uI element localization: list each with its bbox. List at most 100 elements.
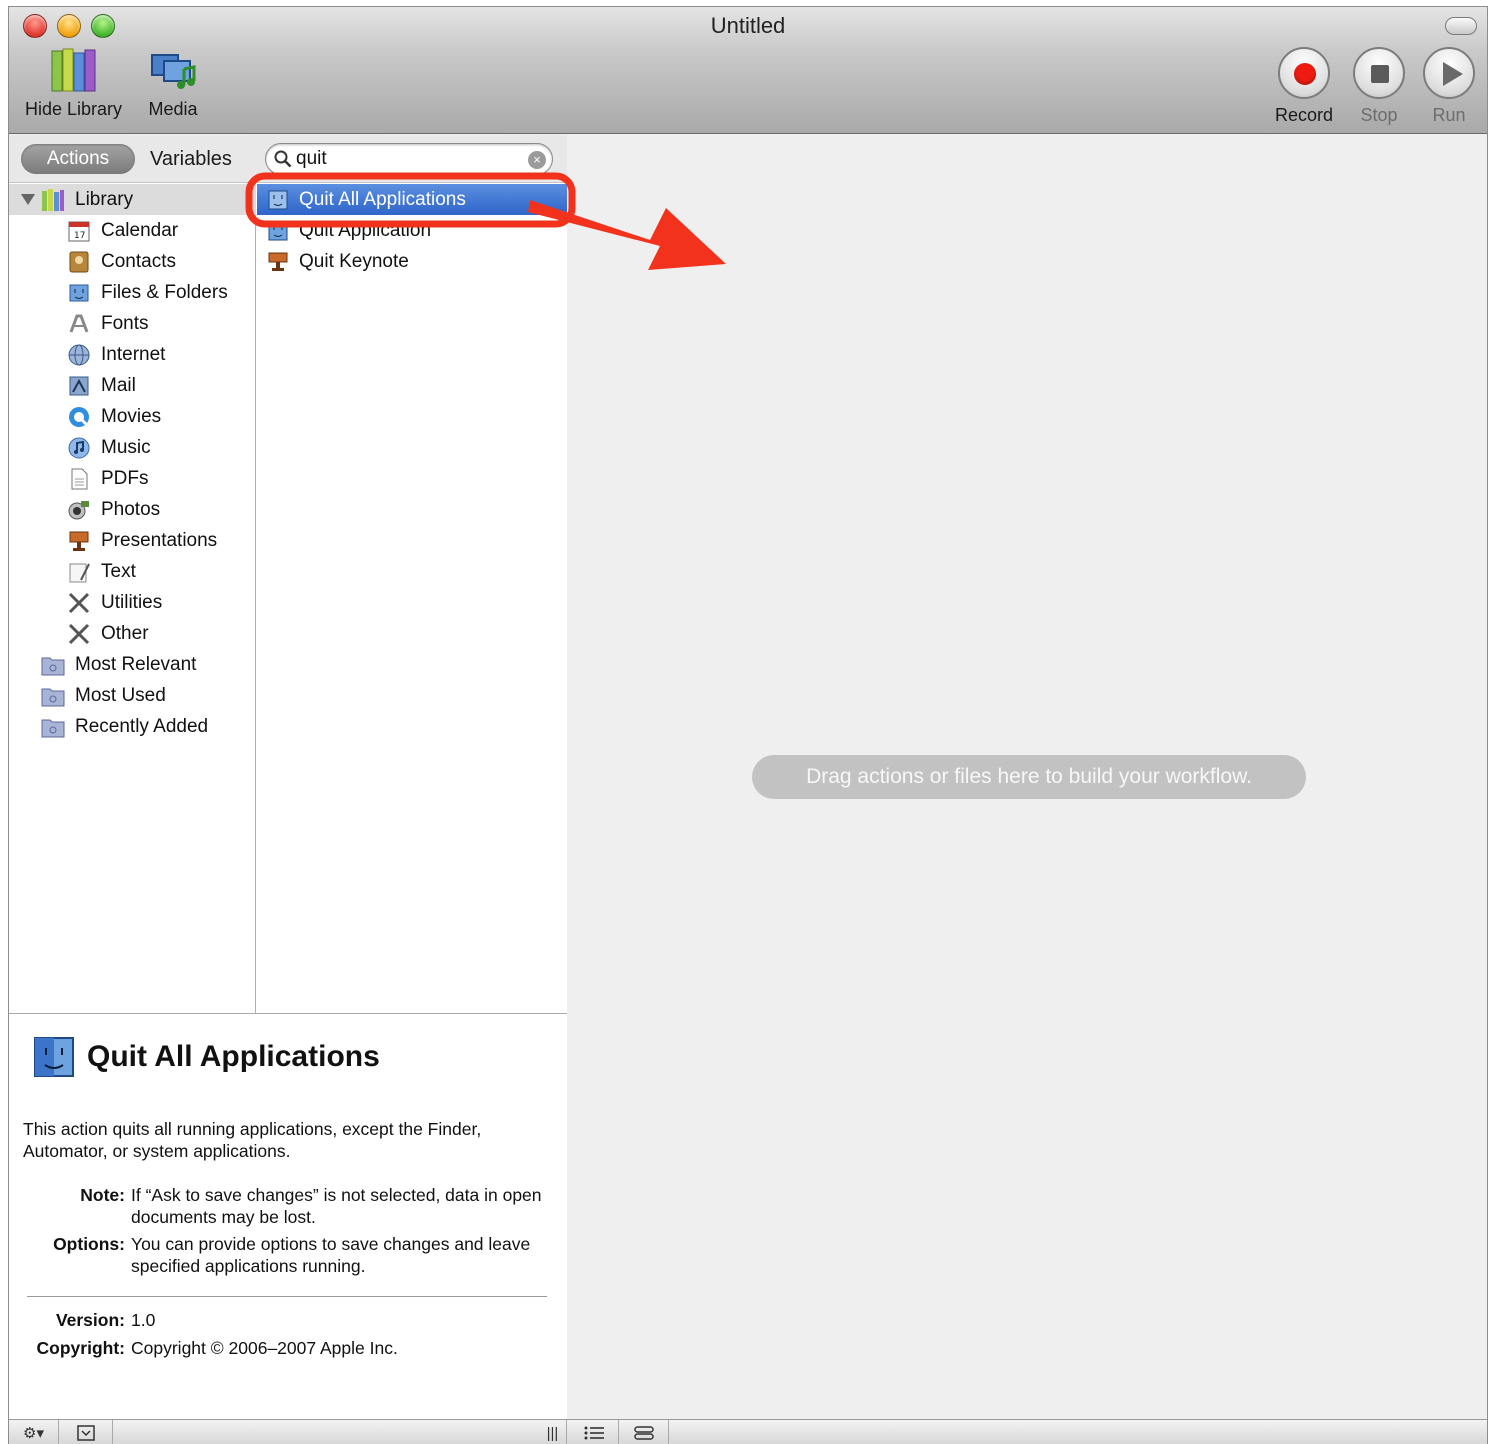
description-title: Quit All Applications — [87, 1040, 380, 1073]
action-item-quit-all-applications[interactable]: Quit All Applications — [257, 184, 567, 215]
split-resize-handle[interactable]: ||| — [539, 1420, 567, 1444]
run-icon — [1423, 47, 1475, 99]
sidebar-item-text[interactable]: Text — [9, 556, 256, 587]
library-books-icon — [51, 48, 96, 92]
itunes-icon — [68, 437, 90, 458]
window-title: Untitled — [710, 13, 786, 38]
search-icon — [274, 150, 292, 168]
finder-icon — [268, 190, 288, 209]
sidebar-item-label: Photos — [101, 498, 161, 520]
sidebar-item-label: Mail — [101, 374, 136, 396]
toolbar-toggle-button[interactable] — [1445, 17, 1477, 35]
sidebar-item-utilities[interactable]: Utilities — [9, 587, 256, 618]
sidebar-item-internet[interactable]: Internet — [9, 339, 256, 370]
media-label: Media — [148, 99, 198, 119]
library-pane: Actions Variables × Library — [9, 135, 567, 1419]
sidebar-item-calendar[interactable]: 17 Calendar — [9, 215, 256, 246]
description-note: Note: If “Ask to save changes” is not se… — [23, 1184, 559, 1228]
action-list: Quit All Applications Quit Application Q… — [257, 183, 567, 1013]
hide-library-label: Hide Library — [25, 99, 123, 119]
actions-tab[interactable]: Actions — [21, 144, 135, 174]
sidebar-item-label: Presentations — [101, 529, 218, 551]
action-item-quit-keynote[interactable]: Quit Keynote — [257, 246, 567, 277]
workflow-view-icon — [633, 1426, 654, 1440]
finder-icon — [268, 221, 288, 240]
sidebar-item-photos[interactable]: Photos — [9, 494, 256, 525]
sidebar-item-recently-added[interactable]: Recently Added — [9, 711, 256, 742]
hide-library-button[interactable]: Hide Library — [25, 47, 122, 120]
media-button[interactable]: Media — [148, 47, 198, 120]
action-item-label: Quit All Applications — [299, 188, 466, 210]
mail-icon — [69, 376, 89, 395]
sidebar-item-label: Library — [75, 188, 134, 210]
show-description-button[interactable] — [59, 1420, 113, 1444]
sidebar-item-contacts[interactable]: Contacts — [9, 246, 256, 277]
sidebar-item-music[interactable]: Music — [9, 432, 256, 463]
sidebar-item-fonts[interactable]: Fonts — [9, 308, 256, 339]
disclosure-triangle-icon[interactable] — [21, 194, 35, 205]
toolbar: Untitled Hide Library Media Record Stop … — [9, 7, 1487, 134]
sidebar-item-pdfs[interactable]: PDFs — [9, 463, 256, 494]
fonts-icon — [69, 314, 89, 333]
quicktime-icon — [69, 406, 89, 427]
utilities-tools-icon — [68, 592, 90, 613]
library-books-icon — [42, 188, 64, 211]
textedit-icon — [69, 563, 90, 582]
sidebar-item-most-used[interactable]: Most Used — [9, 680, 256, 711]
search-input[interactable] — [296, 148, 516, 170]
note-label: Note: — [80, 1185, 125, 1205]
sidebar-item-label: Text — [101, 560, 136, 582]
sidebar-item-label: Utilities — [101, 591, 163, 613]
keynote-podium-icon — [69, 531, 89, 551]
version-label: Version: — [55, 1310, 125, 1330]
sidebar-item-library[interactable]: Library — [9, 184, 256, 215]
resize-grip-icon: ||| — [546, 1424, 559, 1442]
list-view-button[interactable] — [569, 1420, 619, 1444]
calendar-icon: 17 — [68, 221, 90, 241]
workflow-view-button[interactable] — [619, 1420, 669, 1444]
sidebar-item-files-folders[interactable]: Files & Folders — [9, 277, 256, 308]
sidebar-item-presentations[interactable]: Presentations — [9, 525, 256, 556]
sidebar-item-label: Contacts — [101, 250, 176, 272]
sidebar-item-other[interactable]: Other — [9, 618, 256, 649]
record-button[interactable]: Record — [1275, 47, 1333, 126]
smart-folder-icon — [41, 657, 65, 675]
smart-folder-icon — [41, 719, 65, 737]
description-body: This action quits all running applicatio… — [23, 1119, 482, 1161]
sidebar-item-most-relevant[interactable]: Most Relevant — [9, 649, 256, 680]
contacts-icon — [69, 251, 89, 272]
list-view-icon — [584, 1426, 604, 1440]
sidebar-item-label: Movies — [101, 405, 162, 427]
clear-search-icon[interactable]: × — [528, 151, 546, 169]
library-header: Actions Variables × — [9, 135, 567, 183]
action-item-quit-application[interactable]: Quit Application — [257, 215, 567, 246]
globe-icon — [68, 344, 90, 365]
variables-tab[interactable]: Variables — [150, 144, 232, 174]
sidebar-item-label: Internet — [101, 343, 166, 365]
sidebar-item-mail[interactable]: Mail — [9, 370, 256, 401]
sidebar-item-label: Most Used — [75, 684, 166, 706]
automator-window: Untitled Hide Library Media Record Stop … — [8, 6, 1488, 1444]
stop-icon — [1353, 47, 1405, 99]
description-version: Version: 1.0 — [23, 1310, 155, 1331]
workflow-empty-hint: Drag actions or files here to build your… — [752, 755, 1306, 799]
description-copyright: Copyright: Copyright © 2006–2007 Apple I… — [23, 1338, 398, 1359]
sidebar-item-label: Fonts — [101, 312, 149, 334]
workflow-area[interactable]: Drag actions or files here to build your… — [568, 135, 1487, 1419]
sidebar-item-movies[interactable]: Movies — [9, 401, 256, 432]
run-label: Run — [1432, 105, 1466, 125]
search-field[interactable]: × — [265, 143, 553, 175]
gear-menu-button[interactable]: ⚙▾ — [9, 1420, 59, 1444]
options-label: Options: — [53, 1234, 125, 1254]
bottom-bar: ⚙▾ ||| — [9, 1419, 1487, 1444]
sidebar-item-label: Files & Folders — [101, 281, 228, 303]
action-item-label: Quit Application — [299, 219, 432, 241]
note-text: If “Ask to save changes” is not selected… — [131, 1185, 542, 1227]
version-value: 1.0 — [131, 1310, 156, 1330]
run-button[interactable]: Run — [1423, 47, 1475, 126]
category-list: Library 17 Calendar Contacts Files & Fol… — [9, 183, 256, 1013]
sidebar-item-label: Most Relevant — [75, 653, 197, 675]
stop-button[interactable]: Stop — [1353, 47, 1405, 126]
pdf-document-icon — [71, 468, 88, 489]
record-icon — [1278, 47, 1331, 99]
